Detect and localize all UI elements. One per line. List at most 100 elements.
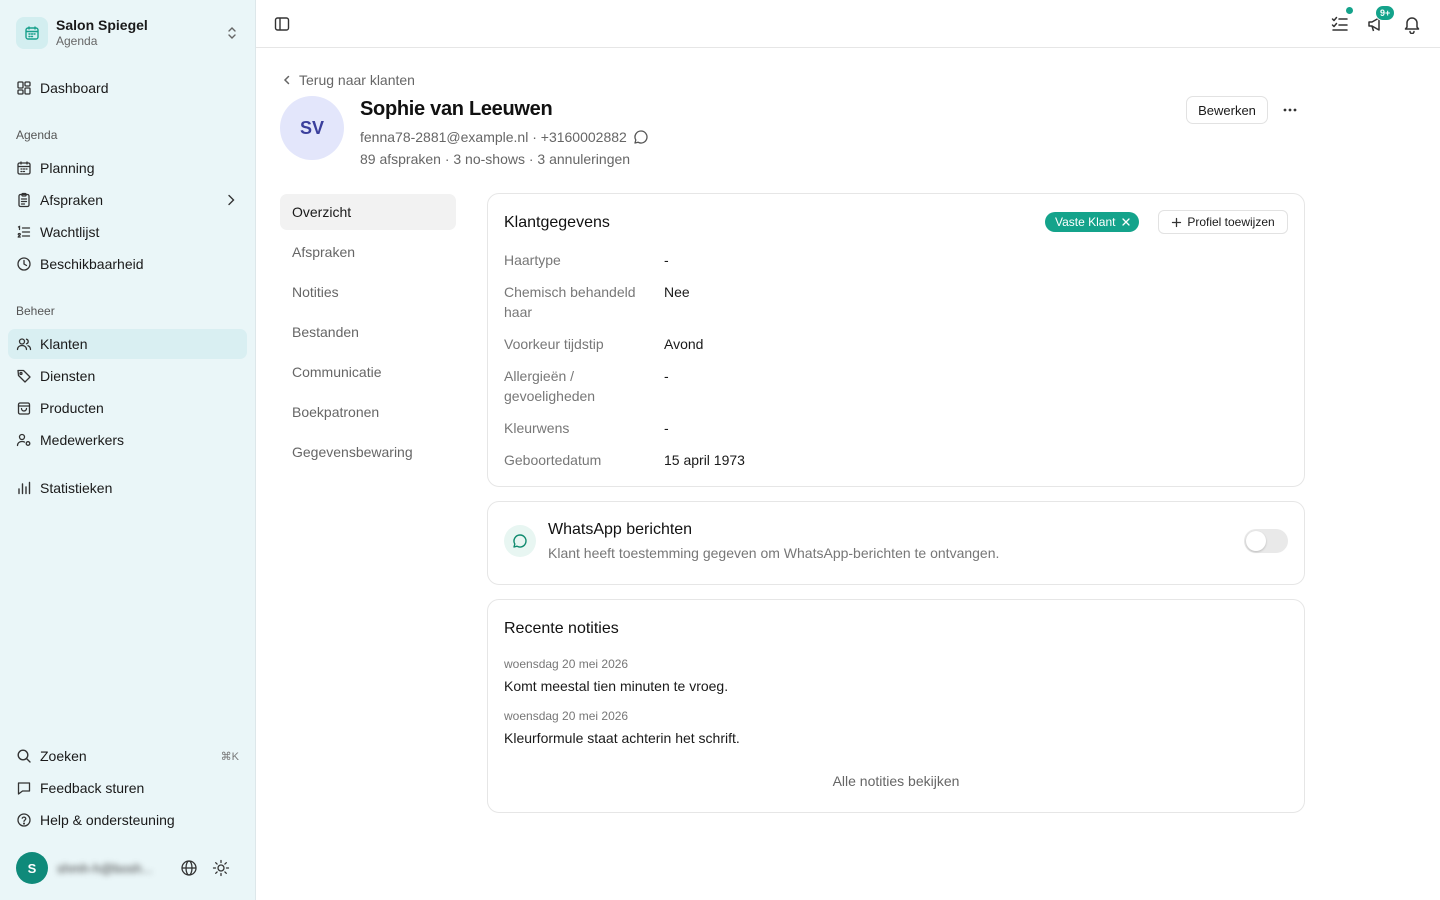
assign-profile-button[interactable]: Profiel toewijzen [1158, 210, 1288, 234]
sidebar-item-label: Statistieken [40, 480, 113, 496]
back-link-label: Terug naar klanten [299, 72, 415, 88]
assign-profile-label: Profiel toewijzen [1187, 215, 1275, 229]
sidebar-toggle-icon[interactable] [270, 12, 294, 36]
sidebar-item-label: Afspraken [40, 192, 104, 208]
customer-contact: fenna78-2881@example.nl · +3160002882 [360, 129, 649, 145]
tab-afspraken[interactable]: Afspraken [280, 234, 456, 270]
sidebar-item-label: Medewerkers [40, 432, 125, 448]
sidebar-item-label: Wachtlijst [40, 224, 100, 240]
tab-bestanden[interactable]: Bestanden [280, 314, 456, 350]
sidebar-item-planning[interactable]: Planning [8, 153, 247, 183]
search-icon [16, 748, 32, 764]
group-label-agenda: Agenda [16, 128, 58, 142]
sidebar-item-label: Zoeken [40, 748, 87, 764]
org-name: Salon Spiegel [56, 17, 148, 33]
sidebar-item-medewerkers[interactable]: Medewerkers [8, 425, 247, 455]
sidebar-item-label: Help & ondersteuning [40, 812, 175, 828]
view-all-notes-link[interactable]: Alle notities bekijken [796, 773, 996, 789]
field-label: Haartype [504, 252, 561, 268]
sidebar-item-help[interactable]: Help & ondersteuning [8, 805, 247, 835]
sidebar-item-afspraken[interactable]: Afspraken [8, 185, 247, 215]
sidebar-item-feedback[interactable]: Feedback sturen [8, 773, 247, 803]
bar-chart-icon [16, 480, 32, 496]
list-ordered-icon [16, 224, 32, 240]
group-label-beheer: Beheer [16, 304, 55, 318]
note-text: Komt meestal tien minuten te vroeg. [504, 678, 729, 694]
tag-icon [16, 368, 32, 384]
message-circle-icon[interactable] [633, 129, 649, 145]
calendar-icon [16, 17, 48, 49]
tab-communicatie[interactable]: Communicatie [280, 354, 456, 390]
whatsapp-description: Klant heeft toestemming gegeven om Whats… [548, 545, 1000, 561]
sidebar-item-label: Diensten [40, 368, 96, 384]
users-icon [16, 336, 32, 352]
org-subtitle: Agenda [56, 34, 98, 48]
field-value: Nee [664, 284, 690, 300]
profile-tag: Vaste Klant [1045, 212, 1140, 232]
megaphone-icon[interactable]: 9+ [1364, 5, 1396, 36]
sidebar: Salon Spiegel Agenda Dashboard Agenda Pl… [0, 0, 256, 900]
user-cog-icon [16, 432, 32, 448]
keyboard-shortcut: ⌘K [220, 750, 239, 763]
card-title: Klantgegevens [504, 214, 610, 231]
sidebar-item-label: Dashboard [40, 80, 109, 96]
sidebar-item-label: Feedback sturen [40, 780, 145, 796]
sidebar-item-beschikbaarheid[interactable]: Beschikbaarheid [8, 249, 247, 279]
whatsapp-card [487, 501, 1305, 585]
sidebar-item-diensten[interactable]: Diensten [8, 361, 247, 391]
toggle-knob [1246, 531, 1266, 551]
card-title: Recente notities [504, 620, 619, 637]
field-value: - [664, 252, 669, 268]
sidebar-item-statistieken[interactable]: Statistieken [8, 473, 247, 503]
plus-icon [1172, 217, 1182, 227]
bell-icon[interactable] [1400, 12, 1424, 36]
top-bar: 9+ [256, 0, 1440, 48]
sidebar-item-label: Producten [40, 400, 104, 416]
whatsapp-toggle[interactable] [1244, 529, 1288, 553]
tab-overzicht[interactable]: Overzicht [280, 194, 456, 230]
field-label: Kleurwens [504, 420, 570, 436]
avatar[interactable]: S [16, 852, 48, 884]
chevron-right-icon [223, 192, 239, 208]
sidebar-item-dashboard[interactable]: Dashboard [8, 73, 247, 103]
sidebar-item-label: Planning [40, 160, 95, 176]
profile-tag-label: Vaste Klant [1055, 215, 1116, 229]
close-icon[interactable] [1121, 217, 1131, 227]
tab-notities[interactable]: Notities [280, 274, 456, 310]
sidebar-item-label: Beschikbaarheid [40, 256, 144, 272]
edit-button[interactable]: Bewerken [1186, 96, 1268, 124]
chevrons-up-down-icon [224, 25, 240, 41]
field-label: Allergieën / gevoeligheden [504, 368, 596, 404]
globe-icon[interactable] [179, 858, 199, 878]
back-link[interactable]: Terug naar klanten [281, 72, 415, 88]
tab-gegevensbewaring[interactable]: Gegevensbewaring [280, 434, 456, 470]
sun-icon[interactable] [211, 858, 231, 878]
tab-boekpatronen[interactable]: Boekpatronen [280, 394, 456, 430]
customer-stats: 89 afspraken · 3 no-shows · 3 annulering… [360, 151, 631, 167]
note-date: woensdag 20 mei 2026 [504, 657, 629, 671]
sidebar-item-label: Klanten [40, 336, 88, 352]
field-label: Chemisch behandeld haar [504, 284, 636, 320]
field-value: Avond [664, 336, 704, 352]
tasks-icon[interactable] [1328, 6, 1354, 36]
customer-avatar: SV [280, 96, 344, 160]
clock-icon [16, 256, 32, 272]
sidebar-item-wachtlijst[interactable]: Wachtlijst [8, 217, 247, 247]
more-horizontal-icon[interactable] [1278, 98, 1302, 122]
customer-contact-text: fenna78-2881@example.nl · +3160002882 [360, 129, 627, 145]
sidebar-item-zoeken[interactable]: Zoeken ⌘K [8, 741, 247, 771]
user-email: shmh-h@bosh... [57, 860, 153, 876]
whatsapp-icon [504, 525, 536, 557]
help-circle-icon [16, 812, 32, 828]
dashboard-icon [16, 80, 32, 96]
page-title: Sophie van Leeuwen [360, 98, 553, 120]
whatsapp-title: WhatsApp berichten [548, 521, 693, 538]
field-value: - [664, 420, 669, 436]
note-text: Kleurformule staat achterin het schrift. [504, 730, 740, 746]
user-menu[interactable]: S shmh-h@bosh... [8, 850, 248, 886]
org-switcher[interactable]: Salon Spiegel Agenda [8, 8, 248, 58]
sidebar-item-producten[interactable]: Producten [8, 393, 247, 423]
clipboard-icon [16, 192, 32, 208]
shopping-bag-icon [16, 400, 32, 416]
sidebar-item-klanten[interactable]: Klanten [8, 329, 247, 359]
